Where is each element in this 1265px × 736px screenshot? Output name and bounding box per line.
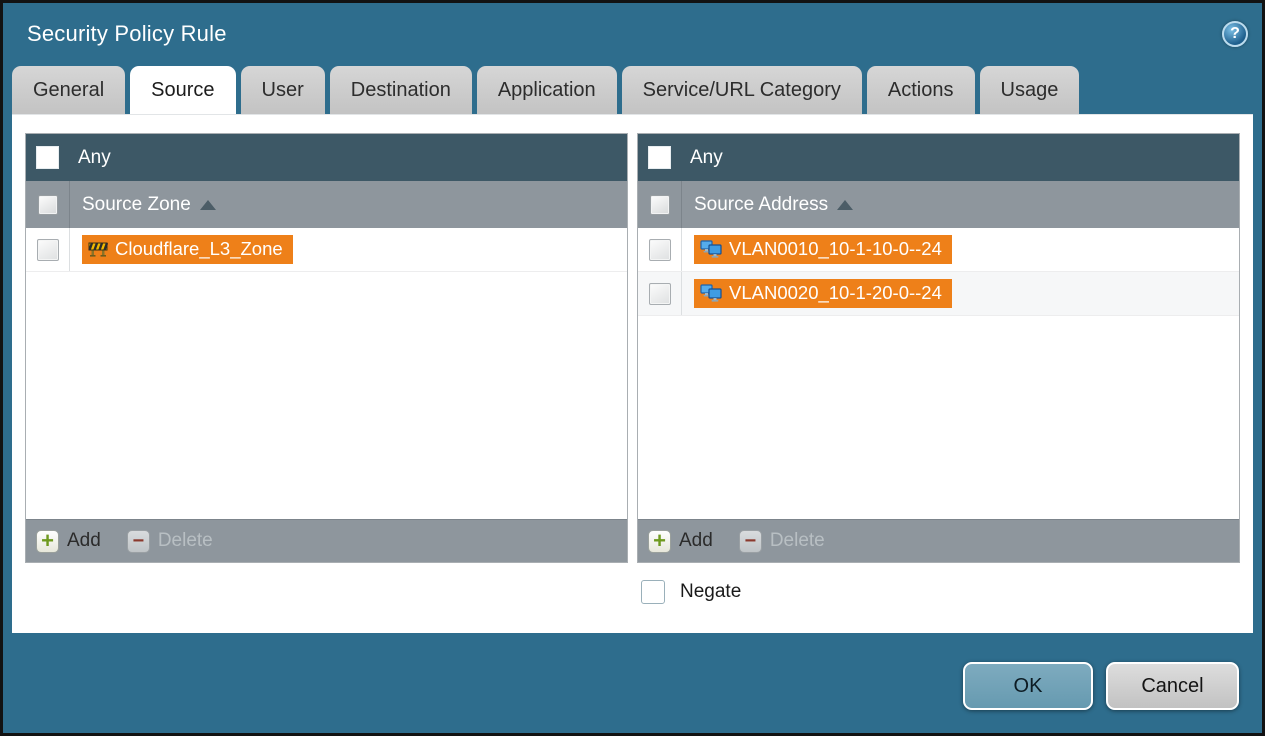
address-object-label: VLAN0010_10-1-10-0--24 — [729, 238, 942, 259]
security-policy-rule-dialog: Security Policy Rule ? General Source Us… — [0, 0, 1265, 736]
tab-usage[interactable]: Usage — [979, 66, 1080, 114]
row-checkbox[interactable] — [36, 238, 59, 261]
tab-application[interactable]: Application — [476, 66, 617, 114]
add-icon: + — [648, 529, 671, 553]
tab-destination[interactable]: Destination — [329, 66, 472, 114]
column-title[interactable]: Source Zone — [82, 194, 191, 216]
add-button[interactable]: + Add — [648, 529, 713, 553]
source-address-footer: + Add − Delete — [638, 519, 1239, 562]
source-address-any-row: Any — [638, 134, 1239, 181]
select-all-checkbox[interactable] — [649, 194, 670, 215]
table-row: VLAN0010_10-1-10-0--24 — [638, 228, 1239, 272]
source-zone-any-row: Any — [26, 134, 627, 181]
table-row: Cloudflare_L3_Zone — [26, 228, 627, 272]
table-row: VLAN0020_10-1-20-0--24 — [638, 272, 1239, 316]
tab-actions[interactable]: Actions — [866, 66, 975, 114]
source-address-panel: Any Source Address VLAN0010_10-1-10-0--2… — [637, 133, 1240, 563]
tab-bar: General Source User Destination Applicat… — [3, 65, 1262, 114]
source-zone-panel: Any Source Zone Cloudflare_L3_Zone + Add… — [25, 133, 628, 563]
help-icon[interactable]: ? — [1222, 21, 1248, 47]
source-zone-list: Cloudflare_L3_Zone — [26, 228, 627, 519]
source-zone-footer: + Add − Delete — [26, 519, 627, 562]
delete-icon: − — [738, 529, 762, 553]
any-label: Any — [78, 146, 111, 168]
source-tab-content: Any Source Zone Cloudflare_L3_Zone + Add… — [12, 114, 1253, 633]
any-checkbox[interactable] — [36, 146, 59, 169]
zone-object-label: Cloudflare_L3_Zone — [115, 238, 283, 259]
network-icon — [700, 284, 722, 302]
delete-icon: − — [126, 529, 150, 553]
zone-icon — [88, 242, 108, 257]
select-all-checkbox[interactable] — [37, 194, 58, 215]
tab-source[interactable]: Source — [130, 66, 236, 114]
ok-button[interactable]: OK — [963, 662, 1093, 710]
tab-general[interactable]: General — [12, 66, 126, 114]
source-address-column-header: Source Address — [638, 181, 1239, 228]
zone-object-chip[interactable]: Cloudflare_L3_Zone — [82, 235, 293, 264]
sort-asc-icon — [837, 199, 854, 210]
negate-checkbox[interactable] — [641, 580, 665, 604]
any-label: Any — [690, 146, 723, 168]
column-title[interactable]: Source Address — [694, 194, 828, 216]
add-icon: + — [36, 529, 59, 553]
source-zone-column-header: Source Zone — [26, 181, 627, 228]
source-address-list: VLAN0010_10-1-10-0--24 VLAN0020_10-1-20-… — [638, 228, 1239, 519]
add-button[interactable]: + Add — [36, 529, 101, 553]
network-icon — [700, 240, 722, 258]
negate-row: Negate — [641, 580, 1253, 604]
page-title: Security Policy Rule — [27, 21, 227, 46]
any-checkbox[interactable] — [648, 146, 671, 169]
delete-button[interactable]: − Delete — [126, 529, 213, 553]
cancel-button[interactable]: Cancel — [1106, 662, 1239, 710]
address-object-label: VLAN0020_10-1-20-0--24 — [729, 282, 942, 303]
row-checkbox[interactable] — [648, 238, 671, 261]
dialog-button-bar: OK Cancel — [3, 633, 1262, 710]
address-object-chip[interactable]: VLAN0010_10-1-10-0--24 — [694, 235, 952, 264]
sort-asc-icon — [199, 199, 216, 210]
delete-button[interactable]: − Delete — [738, 529, 825, 553]
tab-user[interactable]: User — [240, 66, 325, 114]
address-object-chip[interactable]: VLAN0020_10-1-20-0--24 — [694, 279, 952, 308]
tab-service-url-category[interactable]: Service/URL Category — [621, 66, 862, 114]
negate-label: Negate — [680, 581, 742, 602]
title-bar: Security Policy Rule ? — [3, 3, 1262, 65]
row-checkbox[interactable] — [648, 282, 671, 305]
